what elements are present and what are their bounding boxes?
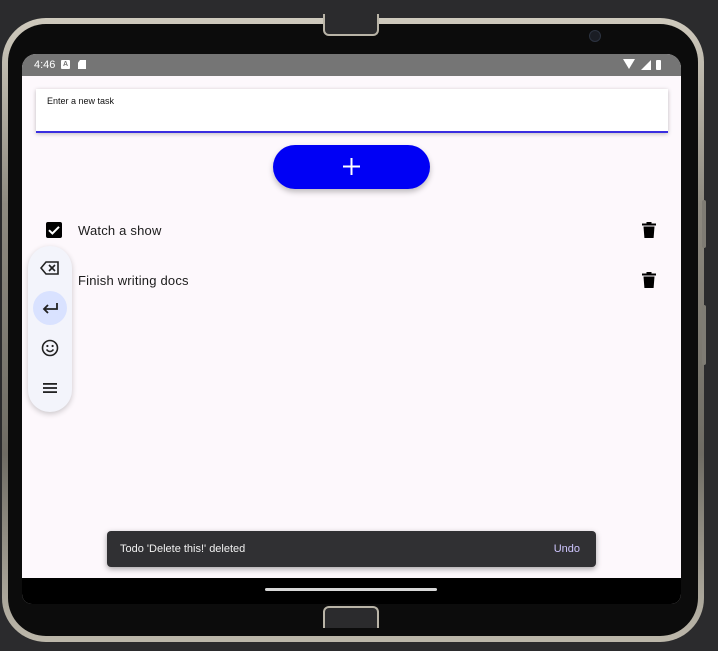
navigation-bar <box>22 578 681 604</box>
trash-icon[interactable] <box>642 272 656 288</box>
snackbar-message: Todo 'Delete this!' deleted <box>120 543 246 555</box>
hinge-top <box>323 14 379 36</box>
power-button <box>702 305 706 365</box>
backspace-icon <box>40 261 59 275</box>
add-task-button[interactable] <box>273 145 430 189</box>
enter-icon <box>42 303 58 314</box>
emoji-button[interactable] <box>33 331 67 365</box>
task-input-label: Enter a new task <box>47 96 115 106</box>
task-input[interactable]: Enter a new task <box>36 89 668 133</box>
signal-icon <box>641 60 651 70</box>
hinge-bottom <box>323 606 379 628</box>
battery-icon <box>656 60 661 70</box>
status-bar: 4:46 A <box>22 54 681 76</box>
volume-button <box>702 200 706 248</box>
floating-keyboard-toolbar <box>28 246 72 412</box>
menu-button[interactable] <box>33 371 67 405</box>
todo-item: Finish writing docs <box>22 260 681 300</box>
todo-label: Watch a show <box>78 223 162 238</box>
status-time: 4:46 <box>34 59 56 71</box>
home-gesture-handle[interactable] <box>265 588 437 591</box>
camera-icon <box>589 30 601 42</box>
backspace-button[interactable] <box>33 251 67 285</box>
todo-label: Finish writing docs <box>78 273 189 288</box>
wifi-icon <box>623 59 635 69</box>
checkmark-icon <box>48 226 60 235</box>
trash-icon[interactable] <box>642 222 656 238</box>
undo-button[interactable]: Undo <box>554 543 580 555</box>
snackbar: Todo 'Delete this!' deleted Undo <box>107 531 596 567</box>
sd-card-icon <box>78 60 86 69</box>
todo-item: Watch a show <box>22 210 681 250</box>
enter-button[interactable] <box>33 291 67 325</box>
menu-icon <box>43 383 57 393</box>
plus-icon <box>343 158 360 175</box>
accessibility-a-icon: A <box>61 60 70 69</box>
app-screen: 4:46 A Enter a new task Watch a show Fin… <box>22 54 681 604</box>
emoji-icon <box>41 339 59 357</box>
todo-checkbox-checked[interactable] <box>46 222 62 238</box>
